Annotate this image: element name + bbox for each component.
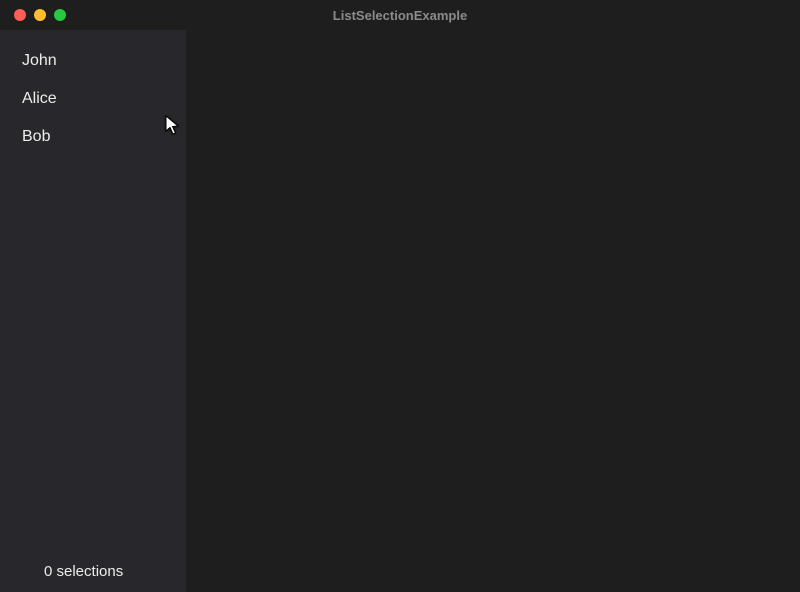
list: John Alice Bob xyxy=(0,30,186,553)
selection-status: 0 selections xyxy=(0,553,186,592)
list-item[interactable]: John xyxy=(0,42,186,80)
split-view: John Alice Bob 0 selections xyxy=(0,30,800,592)
app-window: ListSelectionExample John Alice Bob 0 se… xyxy=(0,0,800,592)
minimize-button[interactable] xyxy=(34,9,46,21)
titlebar: ListSelectionExample xyxy=(0,0,800,30)
content-area xyxy=(186,30,800,592)
window-controls xyxy=(0,9,66,21)
list-item[interactable]: Bob xyxy=(0,118,186,156)
window-title: ListSelectionExample xyxy=(333,8,467,23)
fullscreen-button[interactable] xyxy=(54,9,66,21)
list-item[interactable]: Alice xyxy=(0,80,186,118)
sidebar: John Alice Bob 0 selections xyxy=(0,30,186,592)
close-button[interactable] xyxy=(14,9,26,21)
